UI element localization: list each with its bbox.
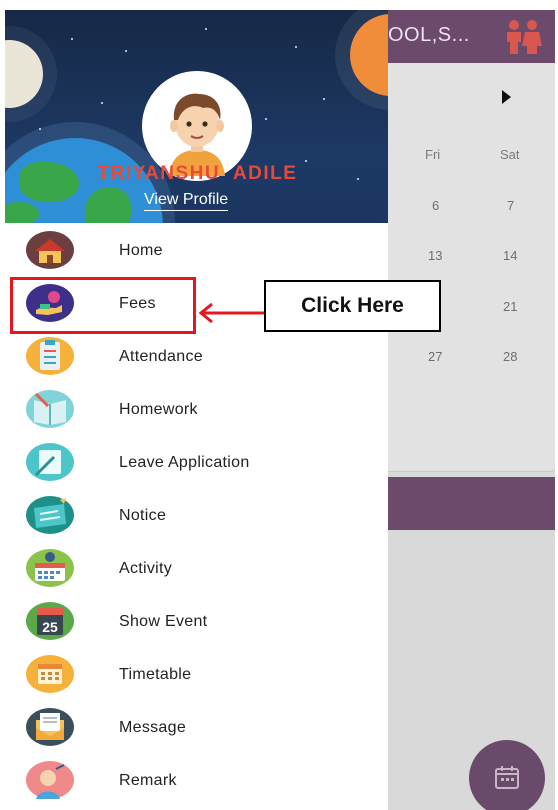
menu-item-label: Show Event — [119, 613, 208, 630]
show-event-date-text: 25 — [42, 619, 58, 635]
menu-item-message[interactable]: Message — [5, 700, 388, 753]
leave-application-icon — [26, 443, 74, 481]
menu-item-label: Remark — [119, 772, 177, 789]
menu-item-label: Home — [119, 242, 163, 259]
day-name-sat: Sat — [500, 147, 520, 162]
timetable-icon — [26, 655, 74, 693]
show-event-icon: 25 — [26, 602, 74, 640]
menu-item-attendance[interactable]: Attendance — [5, 329, 388, 382]
menu-item-label: Attendance — [119, 348, 203, 365]
screen: OOL,S... Fri Sat 6 7 13 14 21 27 28 TRIY… — [5, 10, 555, 810]
calendar-date[interactable]: 7 — [507, 198, 514, 213]
calendar-date[interactable]: 13 — [428, 248, 442, 263]
calendar-icon — [495, 766, 519, 789]
background-band — [388, 477, 555, 530]
message-icon — [26, 708, 74, 746]
calendar-date[interactable]: 6 — [432, 198, 439, 213]
menu-item-show-event[interactable]: 25 Show Event — [5, 594, 388, 647]
activity-icon — [26, 549, 74, 587]
navigation-drawer: TRIYANSHU ADILE View Profile Home Fees A… — [5, 10, 388, 810]
calendar-date[interactable]: 21 — [503, 299, 517, 314]
day-name-fri: Fri — [425, 147, 441, 162]
arrow-left-icon — [198, 302, 264, 324]
menu-item-label: Notice — [119, 507, 167, 524]
menu-item-homework[interactable]: Homework — [5, 382, 388, 435]
boy-avatar-icon — [148, 77, 246, 176]
kids-icon — [507, 20, 542, 54]
menu-item-label: Message — [119, 719, 187, 736]
homework-icon — [26, 390, 74, 428]
click-here-callout: Click Here — [264, 280, 441, 332]
menu-item-remark[interactable]: Remark — [5, 753, 388, 806]
remark-icon — [26, 761, 74, 799]
view-profile-link[interactable]: View Profile — [144, 191, 229, 211]
drawer-header: TRIYANSHU ADILE View Profile — [5, 10, 388, 223]
calendar-fab[interactable] — [469, 740, 545, 810]
user-name: TRIYANSHU ADILE — [97, 163, 298, 184]
home-icon — [26, 231, 74, 269]
calendar-date[interactable]: 28 — [503, 349, 517, 364]
fees-highlight-box — [10, 277, 196, 334]
menu-item-label: Activity — [119, 560, 173, 577]
menu-item-label: Homework — [119, 401, 198, 418]
menu-item-label: Timetable — [119, 666, 192, 683]
calendar-date[interactable]: 27 — [428, 349, 442, 364]
menu-item-leave-application[interactable]: Leave Application — [5, 435, 388, 488]
menu-item-label: Leave Application — [119, 454, 250, 471]
next-month-arrow-icon[interactable] — [502, 90, 511, 104]
background-calendar: Fri Sat 6 7 13 14 21 27 28 — [388, 63, 555, 471]
menu-item-home[interactable]: Home — [5, 223, 388, 276]
menu-item-activity[interactable]: Activity — [5, 541, 388, 594]
menu-item-notice[interactable]: Notice — [5, 488, 388, 541]
attendance-icon — [26, 337, 74, 375]
calendar-date[interactable]: 14 — [503, 248, 517, 263]
notice-icon — [26, 496, 74, 534]
menu-item-timetable[interactable]: Timetable — [5, 647, 388, 700]
app-title: OOL,S... — [388, 24, 470, 46]
